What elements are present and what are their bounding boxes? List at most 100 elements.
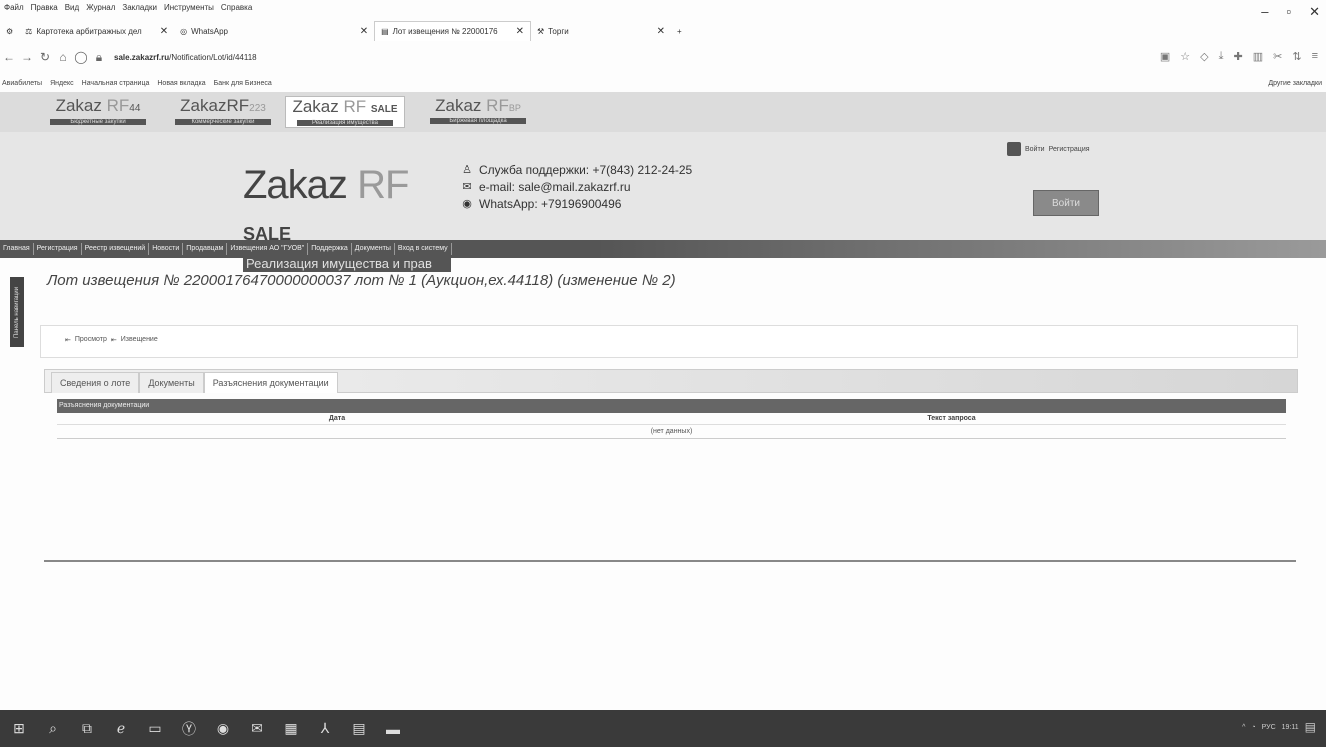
shield-icon[interactable]: ◯: [72, 50, 90, 64]
site-suffix: 44: [129, 103, 141, 114]
site-logo-44[interactable]: Zakaz RF44 Бюджетные закупки: [38, 96, 158, 128]
hamburger-menu-icon[interactable]: ≡: [1312, 50, 1318, 63]
menu-view[interactable]: Вид: [65, 3, 79, 12]
browser-tab[interactable]: ◎ WhatsApp ✕: [174, 21, 374, 41]
column-request-text[interactable]: Текст запроса: [617, 413, 1286, 424]
site-suffix: 223: [249, 103, 266, 114]
support-email[interactable]: e-mail: sale@mail.zakazrf.ru: [479, 179, 631, 196]
home-icon[interactable]: ⌂: [54, 50, 72, 64]
sync-icon[interactable]: ⇅: [1292, 50, 1301, 63]
bookmark[interactable]: Банк для Бизнеса: [214, 80, 272, 87]
menu-tools[interactable]: Инструменты: [164, 3, 214, 12]
tab-close-icon[interactable]: ✕: [360, 26, 368, 37]
nav-item[interactable]: Поддержка: [308, 243, 352, 255]
login-link[interactable]: Войти: [1025, 146, 1045, 153]
nav-item[interactable]: Извещения АО "ГУОВ": [227, 243, 309, 255]
breadcrumb-item[interactable]: Извещение: [121, 336, 158, 344]
clock[interactable]: 19:11: [1282, 724, 1299, 731]
tray-lang[interactable]: РУС: [1262, 724, 1276, 731]
pocket-icon[interactable]: ◇: [1200, 50, 1208, 63]
nav-item[interactable]: Регистрация: [34, 243, 82, 255]
windows-start-icon[interactable]: ⊞: [10, 720, 28, 737]
new-tab-icon[interactable]: +: [671, 21, 688, 41]
logo-rf: RF: [357, 163, 409, 207]
menu-edit[interactable]: Правка: [31, 3, 58, 12]
search-icon[interactable]: ⌕: [44, 720, 62, 737]
screen: Файл Правка Вид Журнал Закладки Инструме…: [0, 0, 1326, 747]
bookmark[interactable]: Яндекс: [50, 80, 74, 87]
bookmark[interactable]: Новая вкладка: [157, 80, 205, 87]
whatsapp-contact[interactable]: WhatsApp: +79196900496: [479, 196, 621, 213]
network-icon[interactable]: ◔: [1251, 724, 1255, 731]
enter-button[interactable]: Войти: [1033, 190, 1099, 216]
breadcrumb: ⇤ Просмотр ⇤ Извещение: [65, 336, 158, 344]
star-icon[interactable]: ☆: [1180, 50, 1190, 63]
mail-icon[interactable]: ✉: [248, 720, 266, 737]
menu-bookmarks[interactable]: Закладки: [122, 3, 157, 12]
register-link[interactable]: Регистрация: [1049, 146, 1090, 153]
browser-tabs: ⚙ ⚖ Картотека арбитражных дел ✕ ◎ WhatsA…: [0, 20, 1326, 42]
nav-item[interactable]: Реестр извещений: [82, 243, 150, 255]
browser-tab[interactable]: ⚖ Картотека арбитражных дел ✕: [19, 21, 174, 41]
browser-tab-active[interactable]: ▤ Лот извещения № 22000176 ✕: [374, 21, 531, 41]
pdf-icon[interactable]: ⅄: [316, 720, 334, 737]
library-icon[interactable]: ▥: [1253, 50, 1263, 63]
site-sub: Коммерческие закупки: [175, 119, 271, 125]
site-rf: RF: [486, 96, 509, 115]
yandex-icon[interactable]: Ⓨ: [180, 719, 198, 739]
app-icon[interactable]: ▦: [282, 720, 300, 737]
word-icon[interactable]: ▤: [350, 720, 368, 737]
nav-item[interactable]: Документы: [352, 243, 395, 255]
other-bookmarks[interactable]: Другие закладки: [1268, 80, 1322, 87]
site-logo-sale[interactable]: Zakaz RF SALE Реализация имущества: [285, 96, 405, 128]
breadcrumb-item[interactable]: Просмотр: [75, 336, 107, 344]
bookmark[interactable]: Начальная страница: [82, 80, 150, 87]
tab-label: WhatsApp: [191, 26, 228, 36]
site-logo-223[interactable]: ZakazRF223 Коммерческие закупки: [163, 96, 283, 128]
minimize-icon[interactable]: –: [1261, 4, 1268, 20]
tab-close-icon[interactable]: ✕: [657, 26, 665, 37]
menu-file[interactable]: Файл: [4, 3, 24, 12]
nav-item[interactable]: Вход в систему: [395, 243, 452, 255]
close-icon[interactable]: ✕: [1309, 4, 1320, 20]
extension-icon[interactable]: ✚: [1234, 50, 1243, 63]
tab-close-icon[interactable]: ✕: [160, 26, 168, 37]
browser-toolbar: ▣ ☆ ◇ ⤓ ✚ ▥ ✂ ⇅ ≡: [1160, 50, 1318, 63]
tab-documents[interactable]: Документы: [139, 372, 204, 393]
lock-icon[interactable]: 🔒︎: [90, 50, 108, 65]
media-icon[interactable]: ▬: [384, 721, 402, 737]
browser-tab[interactable]: ⚒ Торги ✕: [531, 21, 671, 41]
task-view-icon[interactable]: ⧉: [78, 720, 96, 737]
download-icon[interactable]: ⤓: [1219, 50, 1224, 63]
site-rf: RF: [343, 97, 367, 116]
notifications-icon[interactable]: ▤: [1305, 720, 1316, 734]
maximize-icon[interactable]: ▫: [1286, 4, 1291, 20]
screenshot-icon[interactable]: ✂: [1273, 50, 1282, 63]
menu-history[interactable]: Журнал: [86, 3, 115, 12]
site-name: Zakaz: [55, 96, 102, 115]
column-date[interactable]: Дата: [57, 413, 617, 424]
nav-item[interactable]: Продавцам: [183, 243, 228, 255]
site-logo-bp[interactable]: Zakaz RFBP Биржевая площадка: [418, 96, 538, 128]
forward-icon[interactable]: →: [18, 50, 36, 64]
bookmark[interactable]: Авиабилеты: [2, 80, 42, 87]
back-icon[interactable]: ←: [0, 50, 18, 64]
browser-menubar: Файл Правка Вид Журнал Закладки Инструме…: [0, 0, 1326, 14]
nav-item[interactable]: Новости: [149, 243, 184, 255]
navigation-panel-tab[interactable]: Панель навигации: [10, 277, 24, 347]
tab-close-icon[interactable]: ✕: [516, 26, 524, 37]
reload-icon[interactable]: ↻: [36, 50, 54, 64]
menu-help[interactable]: Справка: [221, 3, 252, 12]
browser-icon[interactable]: ◉: [214, 720, 232, 737]
tray-chevron-icon[interactable]: ^: [1242, 724, 1245, 731]
tab-lot-info[interactable]: Сведения о лоте: [51, 372, 140, 393]
url-field[interactable]: sale.zakazrf.ru/Notification/Lot/id/4411…: [114, 53, 257, 62]
nav-item[interactable]: Главная: [0, 243, 34, 255]
tab-list-icon[interactable]: ⚙: [0, 21, 19, 41]
tab-label: Картотека арбитражных дел: [36, 26, 142, 36]
reader-icon[interactable]: ▣: [1160, 50, 1170, 63]
tab-clarifications[interactable]: Разъяснения документации: [203, 372, 338, 393]
edge-icon[interactable]: ℯ: [112, 720, 130, 737]
explorer-icon[interactable]: ▭: [146, 720, 164, 737]
whatsapp-icon: ◉: [462, 198, 472, 210]
